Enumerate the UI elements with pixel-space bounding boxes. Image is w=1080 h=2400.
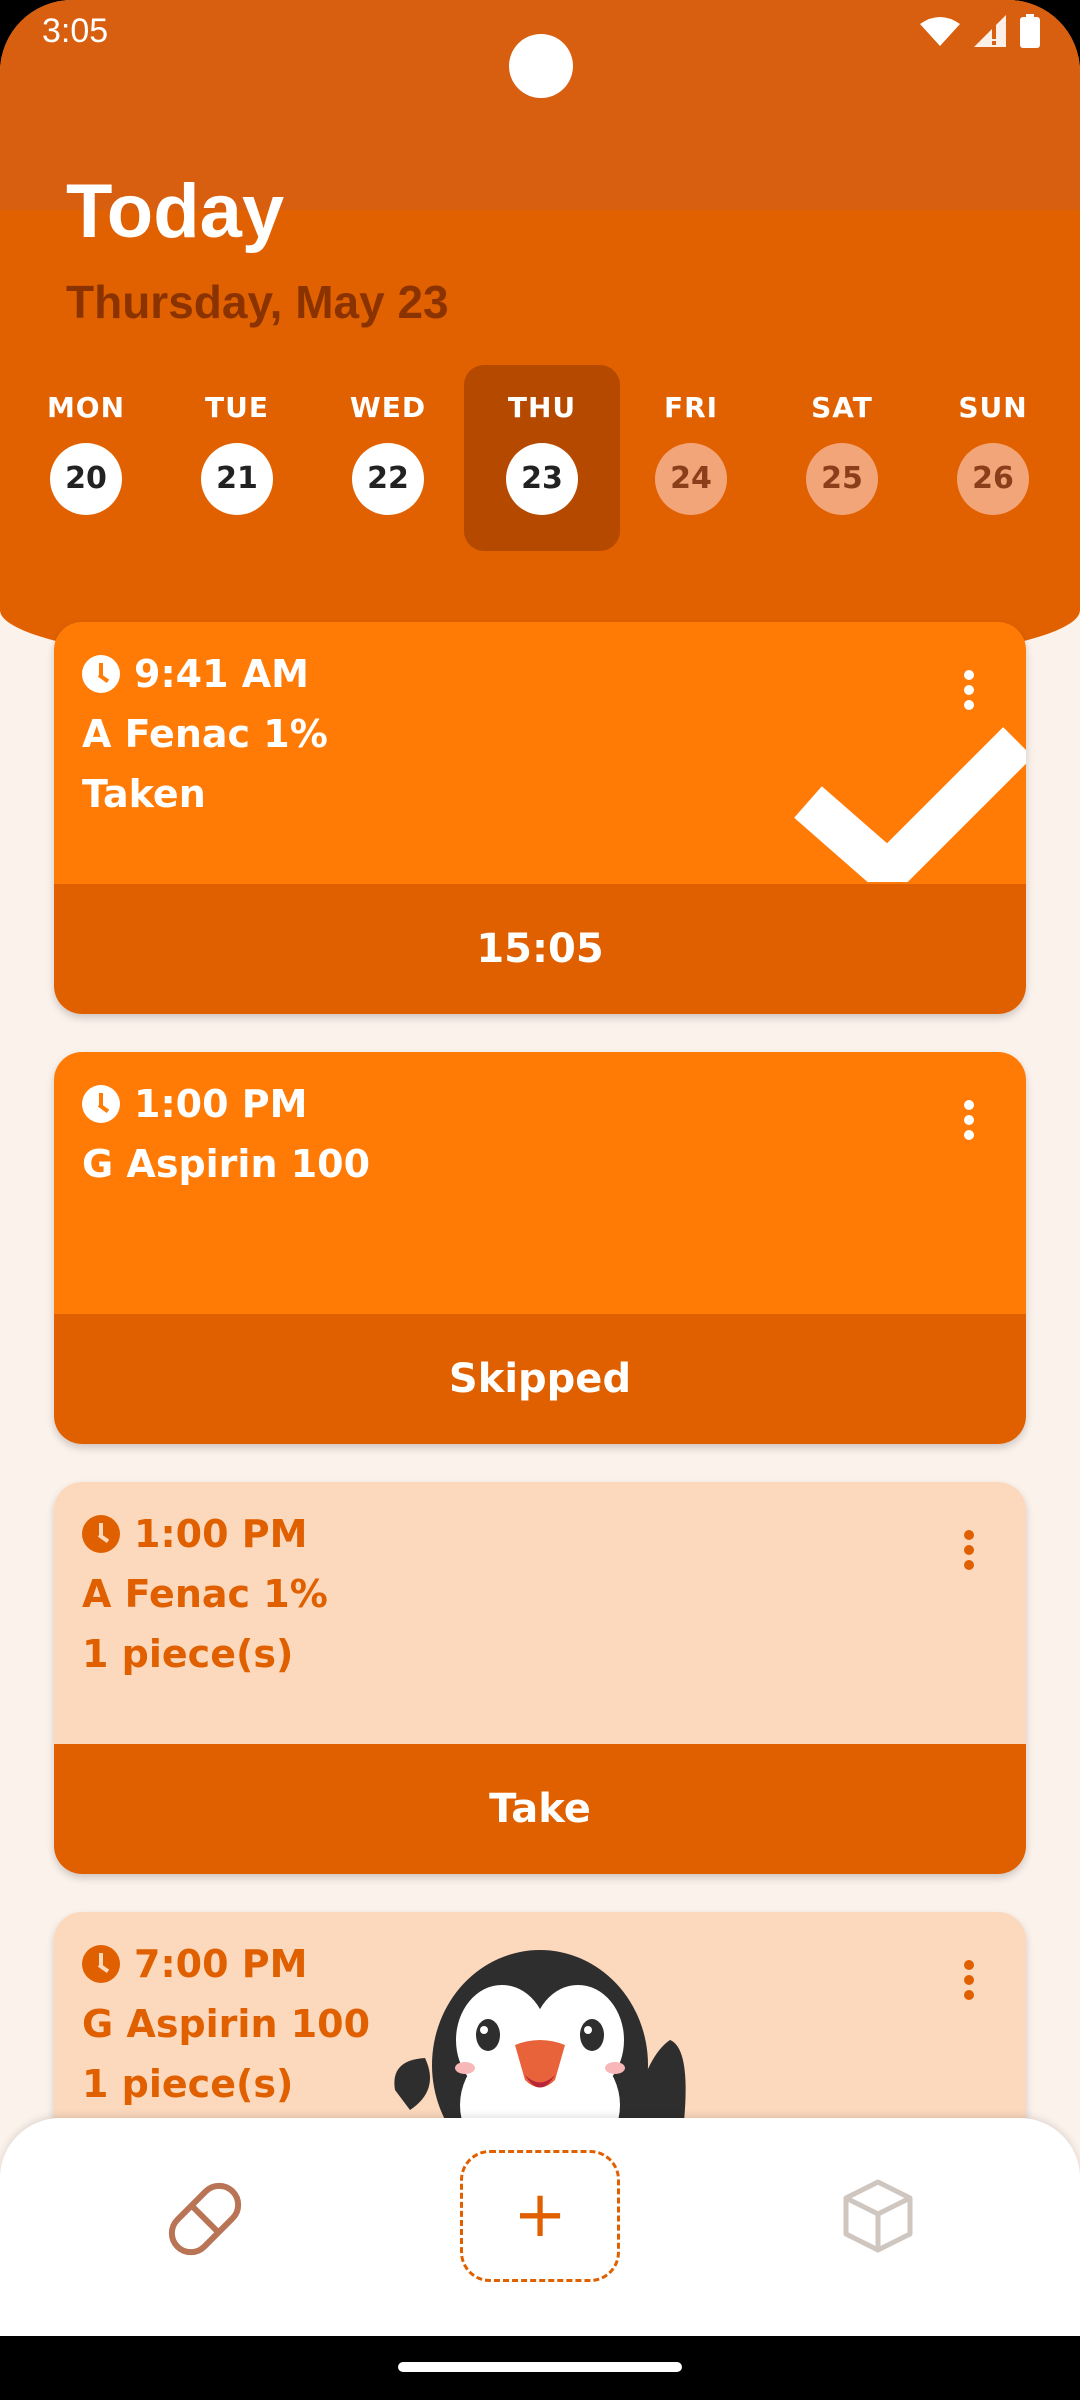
dose-card-body: 1:00 PM G Aspirin 100	[54, 1052, 1026, 1314]
day-fri[interactable]: FRI 24	[613, 365, 769, 551]
dose-time: 1:00 PM	[134, 1082, 308, 1126]
status-time: 3:05	[42, 12, 109, 50]
add-medication-button[interactable]: +	[460, 2150, 620, 2282]
day-mon[interactable]: MON 20	[8, 365, 164, 551]
day-number: 26	[957, 443, 1029, 515]
pill-icon[interactable]	[160, 2174, 250, 2264]
dose-card-skipped[interactable]: 1:00 PM G Aspirin 100 Skipped	[54, 1052, 1026, 1444]
day-number: 24	[655, 443, 727, 515]
dose-card-taken[interactable]: 9:41 AM A Fenac 1% Taken 15:05	[54, 622, 1026, 1014]
clock-icon	[82, 1085, 120, 1123]
week-selector: MON 20 TUE 21 WED 22 THU 23 FRI 24 SAT 2…	[0, 365, 1080, 551]
gesture-area	[0, 2336, 1080, 2400]
box-icon[interactable]	[838, 2176, 918, 2256]
dose-time: 9:41 AM	[134, 652, 309, 696]
status-icons	[920, 14, 1040, 48]
dose-time: 1:00 PM	[134, 1512, 308, 1556]
day-number: 20	[50, 443, 122, 515]
day-number: 23	[506, 443, 578, 515]
clock-icon	[82, 1515, 120, 1553]
day-number: 25	[806, 443, 878, 515]
camera-cutout	[509, 34, 573, 98]
day-sun[interactable]: SUN 26	[915, 365, 1071, 551]
dose-card-body: 9:41 AM A Fenac 1% Taken	[54, 622, 1026, 884]
more-options-icon[interactable]	[964, 1100, 976, 1140]
take-button[interactable]: Take	[54, 1744, 1026, 1874]
bottom-navigation: +	[0, 2118, 1080, 2336]
day-thu[interactable]: THU 23	[464, 365, 620, 551]
day-tue[interactable]: TUE 21	[159, 365, 315, 551]
clock-icon	[82, 1945, 120, 1983]
dose-action-button[interactable]: 15:05	[54, 884, 1026, 1014]
current-date: Thursday, May 23	[66, 276, 449, 328]
day-sat[interactable]: SAT 25	[764, 365, 920, 551]
status-bar: 3:05	[0, 0, 1080, 98]
signal-icon	[974, 15, 1006, 47]
checkmark-icon	[794, 727, 1026, 882]
clock-icon	[82, 655, 120, 693]
dose-amount: 1 piece(s)	[82, 1632, 294, 1676]
medication-name: G Aspirin 100	[82, 1142, 371, 1186]
dose-action-button[interactable]: Skipped	[54, 1314, 1026, 1444]
more-options-icon[interactable]	[964, 1530, 976, 1570]
day-number: 22	[352, 443, 424, 515]
more-options-icon[interactable]	[964, 1960, 976, 2000]
app-screen: 3:05 Today Thursday, May 23 MON 20 TUE 2…	[0, 0, 1080, 2400]
dose-card-pending[interactable]: 1:00 PM A Fenac 1% 1 piece(s) Take	[54, 1482, 1026, 1874]
page-title: Today	[66, 169, 285, 254]
wifi-icon	[920, 17, 960, 46]
day-number: 21	[201, 443, 273, 515]
medication-name: A Fenac 1%	[82, 1572, 328, 1616]
day-wed[interactable]: WED 22	[310, 365, 466, 551]
battery-icon	[1020, 14, 1040, 48]
dose-card-body: 1:00 PM A Fenac 1% 1 piece(s)	[54, 1482, 1026, 1744]
dose-time: 7:00 PM	[134, 1942, 308, 1986]
home-gesture-bar[interactable]	[398, 2362, 682, 2372]
